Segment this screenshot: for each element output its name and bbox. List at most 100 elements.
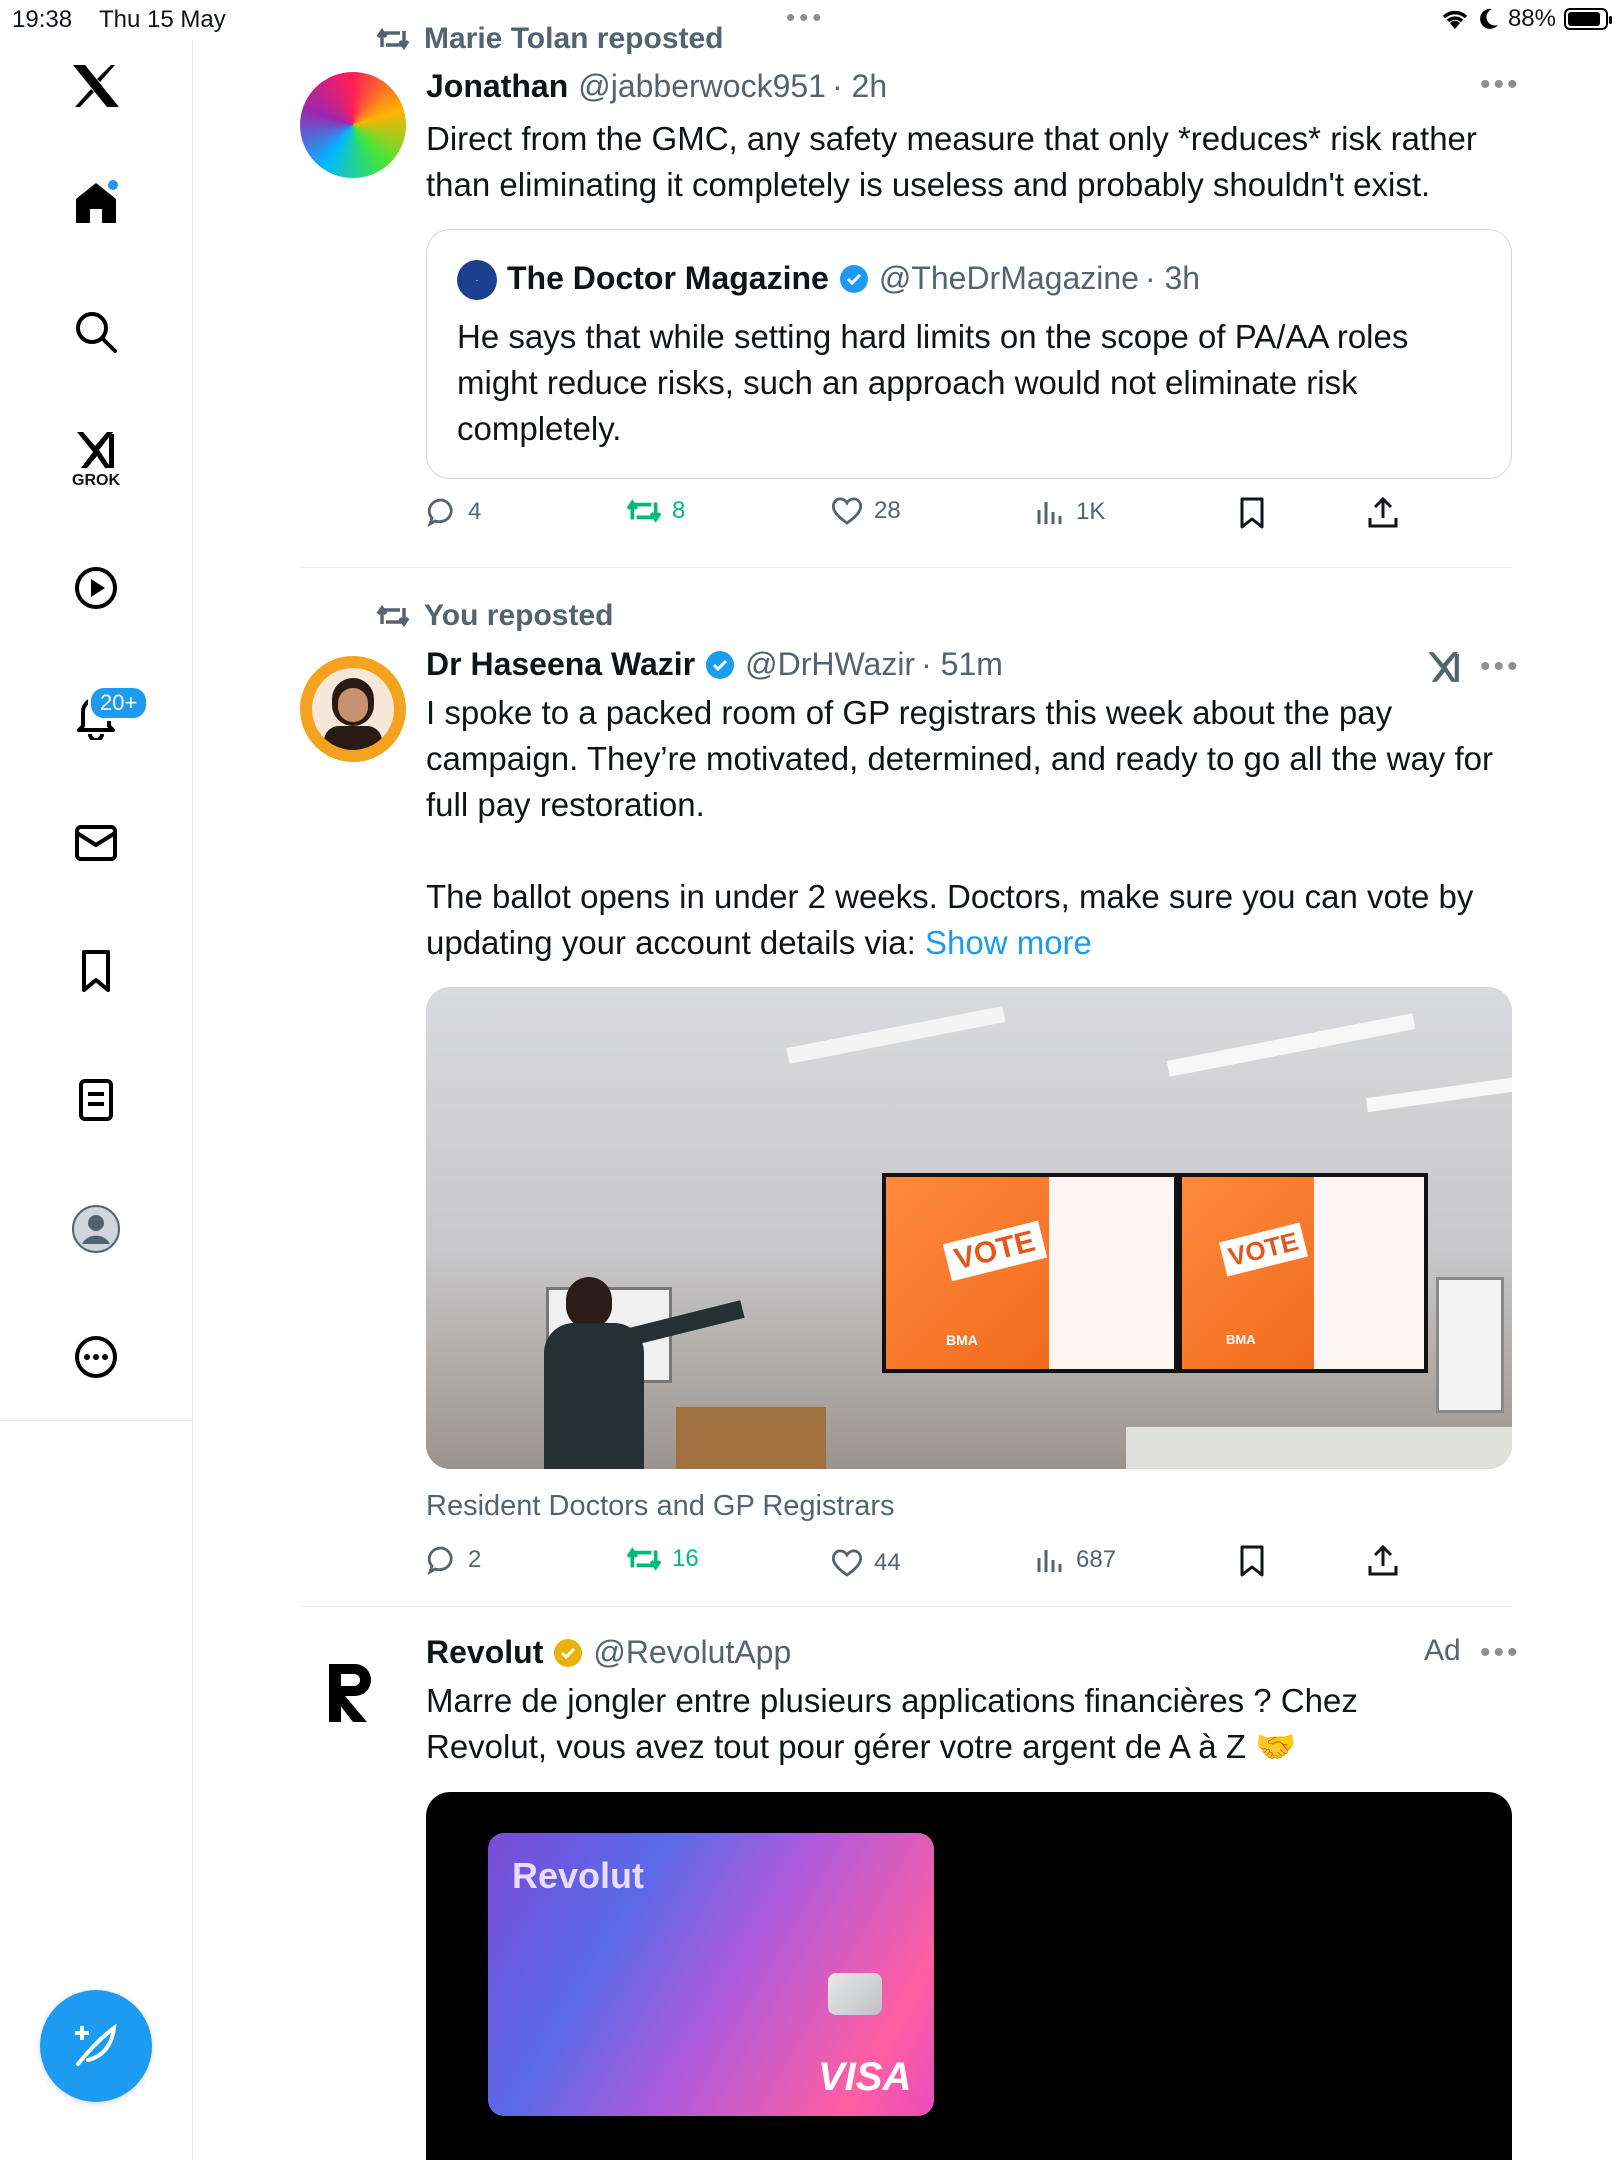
quoted-author-row: The Doctor Magazine @TheDrMagazine · 3h <box>507 260 1200 297</box>
show-more-link[interactable]: Show more <box>925 924 1092 961</box>
views-chart-icon <box>1037 502 1062 524</box>
compose-feather-icon <box>75 2023 117 2066</box>
avatar[interactable] <box>300 656 406 762</box>
repost-count: 16 <box>672 1545 699 1572</box>
repost-label: Marie Tolan reposted <box>424 22 724 55</box>
wifi-icon <box>1442 10 1468 29</box>
lists-icon[interactable] <box>70 1074 122 1126</box>
reply-count: 2 <box>468 1546 482 1573</box>
reply-button[interactable]: 2 <box>426 1544 481 1576</box>
repost-button[interactable]: 16 <box>626 1544 699 1574</box>
tweet-time[interactable]: · 51m <box>921 646 1003 683</box>
status-bar: 19:38 Thu 15 May ••• 88% <box>0 0 1620 40</box>
bookmark-icon <box>1240 497 1264 529</box>
view-count: 1K <box>1076 498 1106 525</box>
grok-explain-icon[interactable] <box>1425 648 1463 686</box>
author-handle[interactable]: @RevolutApp <box>593 1634 791 1671</box>
profile-avatar-icon[interactable] <box>70 1203 122 1255</box>
card-network: VISA <box>818 2055 912 2099</box>
tweet-text: Direct from the GMC, any safety measure … <box>426 120 1487 203</box>
tweet-author-row: Dr Haseena Wazir @DrHWazir · 51m <box>426 646 1003 683</box>
revolut-card: Revolut VISA <box>488 1833 934 2116</box>
home-icon[interactable] <box>70 177 122 229</box>
avatar[interactable] <box>300 72 406 178</box>
repost-indicator[interactable]: Marie Tolan reposted <box>376 22 724 56</box>
quoted-handle: @TheDrMagazine <box>878 260 1139 296</box>
bookmarks-icon[interactable] <box>70 945 122 997</box>
tweet-text: I spoke to a packed room of GP registrar… <box>426 690 1516 966</box>
card-chip-icon <box>828 1973 882 2015</box>
views-button[interactable]: 687 <box>1034 1544 1116 1576</box>
heart-icon <box>831 497 863 525</box>
repost-label: You reposted <box>424 599 614 632</box>
verified-badge-icon <box>706 650 735 679</box>
more-menu-icon[interactable]: ••• <box>1480 68 1521 102</box>
repost-icon <box>626 499 662 523</box>
reply-icon <box>427 1546 453 1576</box>
bookmark-icon <box>1240 1545 1264 1577</box>
quoted-avatar: · <box>457 260 497 300</box>
grok-label: GROK <box>72 472 120 489</box>
share-button[interactable] <box>1366 1544 1400 1578</box>
x-logo-icon[interactable] <box>70 60 122 112</box>
repost-icon <box>376 604 410 628</box>
notifications-badge: 20+ <box>88 685 150 721</box>
card-brand: Revolut <box>512 1855 645 1896</box>
more-options-icon[interactable] <box>70 1331 122 1383</box>
repost-button[interactable]: 8 <box>626 496 685 526</box>
tweet-photo[interactable]: VOTE BMA VOTE BMA <box>426 987 1512 1469</box>
status-date: Thu 15 May <box>99 6 226 33</box>
tweet-divider <box>300 1606 1512 1607</box>
status-right: 88% <box>1440 5 1612 33</box>
reply-button[interactable]: 4 <box>426 496 481 528</box>
reply-count: 4 <box>468 498 482 525</box>
views-button[interactable]: 1K <box>1034 496 1105 528</box>
tweet-divider <box>300 567 1512 568</box>
search-icon[interactable] <box>70 306 122 358</box>
battery-icon <box>1564 8 1612 30</box>
ad-label: Ad <box>1424 1634 1461 1667</box>
heart-icon <box>831 1549 863 1577</box>
bookmark-button[interactable] <box>1238 496 1266 530</box>
like-button[interactable]: 44 <box>830 1548 901 1578</box>
battery-percent: 88% <box>1507 5 1556 32</box>
author-handle[interactable]: @jabberwock951 <box>578 68 826 105</box>
grok-icon[interactable]: GROK <box>70 424 122 494</box>
more-menu-icon[interactable]: ••• <box>1480 650 1521 684</box>
advertiser-logo[interactable] <box>300 1640 406 1746</box>
verified-badge-icon <box>839 264 868 293</box>
revolut-r-logo-icon <box>329 1664 371 1722</box>
multitasking-dots-icon[interactable]: ••• <box>786 2 825 33</box>
tweet-text: Marre de jongler entre plusieurs applica… <box>426 1682 1368 1765</box>
video-play-icon[interactable] <box>70 562 122 614</box>
author-name[interactable]: Dr Haseena Wazir <box>426 646 695 683</box>
status-time: 19:38 <box>12 6 73 33</box>
verified-gold-badge-icon <box>554 1638 583 1667</box>
author-name[interactable]: Revolut <box>426 1634 543 1671</box>
repost-count: 8 <box>672 497 686 524</box>
quoted-author-name: The Doctor Magazine <box>507 260 829 296</box>
quoted-tweet[interactable]: · The Doctor Magazine @TheDrMagazine · 3… <box>426 229 1512 479</box>
reply-icon <box>427 498 453 528</box>
author-handle[interactable]: @DrHWazir <box>745 646 915 683</box>
tweet-author-row: Jonathan @jabberwock951 · 2h <box>426 68 887 105</box>
share-button[interactable] <box>1366 496 1400 530</box>
quoted-time: · 3h <box>1144 260 1201 296</box>
compose-post-button[interactable] <box>40 1990 152 2102</box>
repost-indicator[interactable]: You reposted <box>376 599 613 633</box>
tweet-time[interactable]: · 2h <box>832 68 887 105</box>
bma-logo: BMA <box>946 1332 978 1348</box>
like-count: 28 <box>874 497 901 524</box>
like-button[interactable]: 28 <box>830 496 901 526</box>
more-menu-icon[interactable]: ••• <box>1480 1636 1521 1670</box>
tweet-text-paragraph-1: I spoke to a packed room of GP registrar… <box>426 694 1503 823</box>
sidebar-divider <box>0 1420 192 1421</box>
media-caption: Resident Doctors and GP Registrars <box>426 1490 895 1522</box>
repost-icon <box>376 27 410 51</box>
ad-media[interactable]: Revolut VISA <box>426 1792 1512 2160</box>
author-name[interactable]: Jonathan <box>426 68 568 105</box>
presentation-screen-right: VOTE BMA <box>1178 1173 1428 1373</box>
bookmark-button[interactable] <box>1238 1544 1266 1578</box>
messages-mail-icon[interactable] <box>70 817 122 869</box>
share-icon <box>1368 1544 1398 1576</box>
